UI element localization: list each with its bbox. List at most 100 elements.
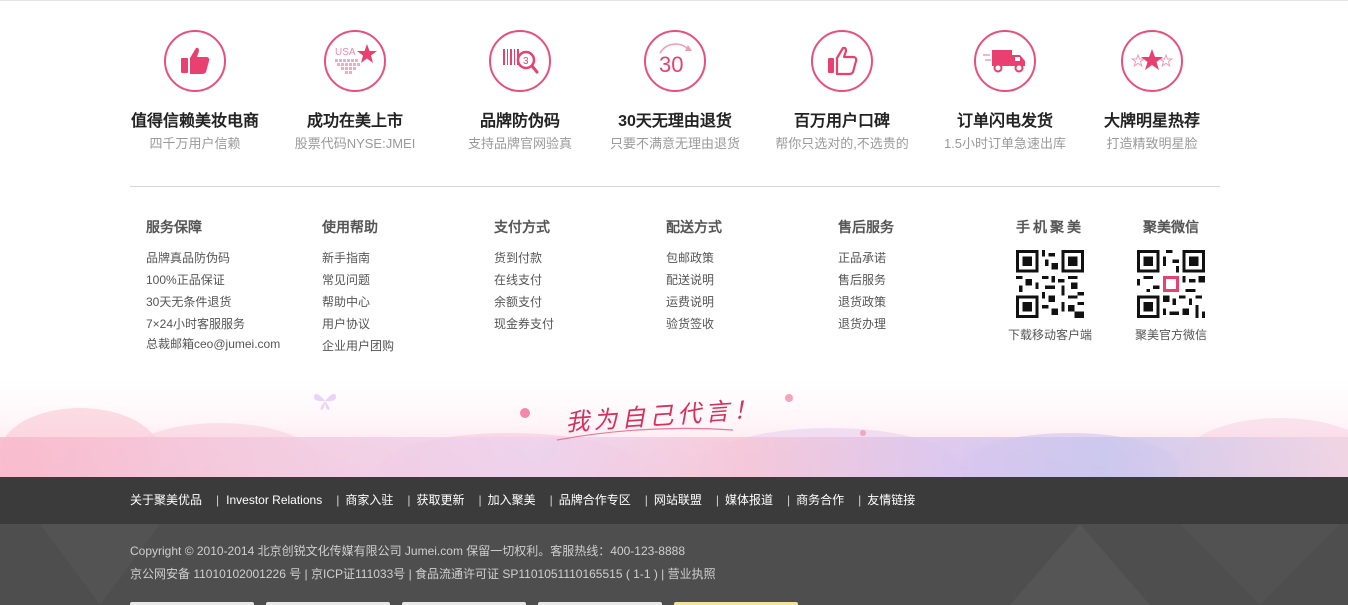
footer-link[interactable]: 企业用户团购 (322, 335, 394, 357)
nav-link-about[interactable]: 关于聚美优品 (130, 492, 202, 509)
nav-link-friends[interactable]: 友情链接 (867, 492, 915, 509)
qr-title: 聚美微信 (1143, 219, 1199, 235)
footer-link[interactable]: 现金券支付 (494, 313, 554, 335)
qr-wechat: 聚美微信 聚美官方微信 (1111, 218, 1231, 343)
footer-link[interactable]: 配送说明 (666, 269, 722, 291)
nav-link-join[interactable]: 加入聚美 (488, 492, 536, 509)
nav-separator: | (549, 493, 553, 507)
license-text[interactable]: 京公网安备 11010102001226 号 | 京ICP证111033号 | … (130, 566, 716, 583)
feature-subtitle: 支持品牌官网验真 (467, 136, 572, 151)
footer-link[interactable]: 正品承诺 (838, 247, 894, 269)
copyright-section: Copyright © 2010-2014 北京创锐文化传媒有限公司 Jumei… (0, 524, 1348, 605)
background-pattern (1180, 524, 1340, 605)
qr-caption: 聚美官方微信 (1134, 328, 1207, 342)
jumei-footer-page: 值得信赖美妆电商 四千万用户信赖 USA 成功在美上市 股票代码NYSE:JME… (0, 0, 1348, 605)
footer-link[interactable]: 用户协议 (322, 313, 394, 335)
column-service: 服务保障 品牌真品防伪码 100%正品保证 30天无条件退货 7×24小时客服服… (146, 218, 280, 353)
feature-title: 30天无理由退货 (618, 113, 732, 130)
column-title: 售后服务 (838, 219, 894, 235)
column-title: 服务保障 (146, 219, 202, 235)
star-icon (1121, 30, 1183, 92)
footer-link[interactable]: 退货政策 (838, 291, 894, 313)
feature-fast-delivery: 订单闪电发货 1.5小时订单急速出库 (925, 30, 1085, 152)
qr-code-icon[interactable] (1016, 250, 1084, 318)
nav-separator: | (336, 493, 340, 507)
petal-decoration (520, 408, 530, 418)
footer-link[interactable]: 品牌真品防伪码 (146, 247, 280, 269)
column-help: 使用帮助 新手指南 常见问题 帮助中心 用户协议 企业用户团购 (322, 218, 394, 357)
footer-link[interactable]: 新手指南 (322, 247, 394, 269)
nav-link-affiliate[interactable]: 网站联盟 (654, 492, 702, 509)
nav-link-media[interactable]: 媒体报道 (725, 492, 773, 509)
column-aftersales: 售后服务 正品承诺 售后服务 退货政策 退货办理 (838, 218, 894, 335)
background-pattern (1010, 524, 1150, 605)
delivery-truck-icon (974, 30, 1036, 92)
footer-link[interactable]: 售后服务 (838, 269, 894, 291)
feature-title: 大牌明星热荐 (1103, 113, 1200, 130)
petal-decoration (785, 394, 793, 402)
feature-title: 成功在美上市 (306, 113, 403, 130)
feature-anticounterfeit: 3 品牌防伪码 支持品牌官网验真 (440, 30, 600, 152)
feature-subtitle: 帮你只选对的,不选贵的 (775, 136, 909, 151)
feature-title: 品牌防伪码 (479, 113, 560, 130)
footer-link[interactable]: 帮助中心 (322, 291, 394, 313)
footer-link[interactable]: 常见问题 (322, 269, 394, 291)
footer-link[interactable]: 7×24小时客服服务 (146, 313, 280, 335)
footer-nav-bar: 关于聚美优品 | Investor Relations | 商家入驻 | 获取更… (0, 477, 1348, 524)
slogan-banner: 我为自己代言！ (0, 378, 1348, 477)
footer-link[interactable]: 余额支付 (494, 291, 554, 313)
butterfly-icon (313, 393, 337, 410)
thirty-icon-text: 30 (659, 52, 683, 77)
nav-link-business[interactable]: 商务合作 (796, 492, 844, 509)
slogan-underline (556, 427, 734, 441)
feature-return-30: 30 30天无理由退货 只要不满意无理由退货 (595, 30, 755, 152)
feature-subtitle: 只要不满意无理由退货 (609, 136, 740, 151)
feature-title: 值得信赖美妆电商 (130, 113, 259, 130)
svg-text:3: 3 (523, 56, 529, 67)
petal-decoration (860, 430, 866, 436)
qr-code-icon[interactable] (1137, 250, 1205, 318)
nav-separator: | (858, 493, 862, 507)
feature-trusted: 值得信赖美妆电商 四千万用户信赖 (115, 30, 275, 152)
qr-mobile-app: 手机聚美 下载移动客户端 (990, 218, 1110, 343)
nav-link-brand-zone[interactable]: 品牌合作专区 (559, 492, 631, 509)
footer-link[interactable]: 在线支付 (494, 269, 554, 291)
nav-separator: | (216, 493, 220, 507)
feature-title: 百万用户口碑 (793, 113, 890, 130)
thumbs-up-outline-icon (811, 30, 873, 92)
nav-link-merchant[interactable]: 商家入驻 (345, 492, 393, 509)
thumbs-up-icon (164, 30, 226, 92)
section-divider (130, 186, 1220, 187)
footer-nav-links: 关于聚美优品 | Investor Relations | 商家入驻 | 获取更… (130, 492, 915, 509)
column-title: 支付方式 (494, 219, 550, 235)
top-border (0, 0, 1348, 1)
nav-separator: | (407, 493, 411, 507)
feature-star-recommend: 大牌明星热荐 打造精致明星脸 (1072, 30, 1232, 152)
nav-separator: | (478, 493, 482, 507)
qr-caption: 下载移动客户端 (1007, 328, 1092, 342)
footer-link[interactable]: 验货签收 (666, 313, 722, 335)
footer-link[interactable]: 退货办理 (838, 313, 894, 335)
copyright-text: Copyright © 2010-2014 北京创锐文化传媒有限公司 Jumei… (130, 544, 686, 558)
feature-subtitle: 四千万用户信赖 (149, 136, 241, 151)
feature-subtitle: 打造精致明星脸 (1106, 136, 1198, 151)
background-pattern (40, 524, 160, 605)
usa-star-icon: USA (324, 30, 386, 92)
feature-promises: 值得信赖美妆电商 四千万用户信赖 USA 成功在美上市 股票代码NYSE:JME… (110, 30, 1238, 160)
column-title: 使用帮助 (322, 219, 378, 235)
feature-title: 订单闪电发货 (956, 113, 1053, 130)
ceo-email-link[interactable]: 总裁邮箱ceo@jumei.com (146, 335, 280, 353)
feature-subtitle: 1.5小时订单急速出库 (943, 136, 1067, 151)
column-payment: 支付方式 货到付款 在线支付 余额支付 现金券支付 (494, 218, 554, 335)
footer-link[interactable]: 货到付款 (494, 247, 554, 269)
nav-link-updates[interactable]: 获取更新 (416, 492, 464, 509)
column-title: 配送方式 (666, 219, 722, 235)
footer-link[interactable]: 100%正品保证 (146, 269, 280, 291)
footer-link[interactable]: 运费说明 (666, 291, 722, 313)
nav-separator: | (644, 493, 648, 507)
barcode-magnifier-icon: 3 (489, 30, 551, 92)
footer-link[interactable]: 30天无条件退货 (146, 291, 280, 313)
nav-link-investor[interactable]: Investor Relations (225, 492, 322, 509)
footer-link[interactable]: 包邮政策 (666, 247, 722, 269)
nav-separator: | (787, 493, 791, 507)
